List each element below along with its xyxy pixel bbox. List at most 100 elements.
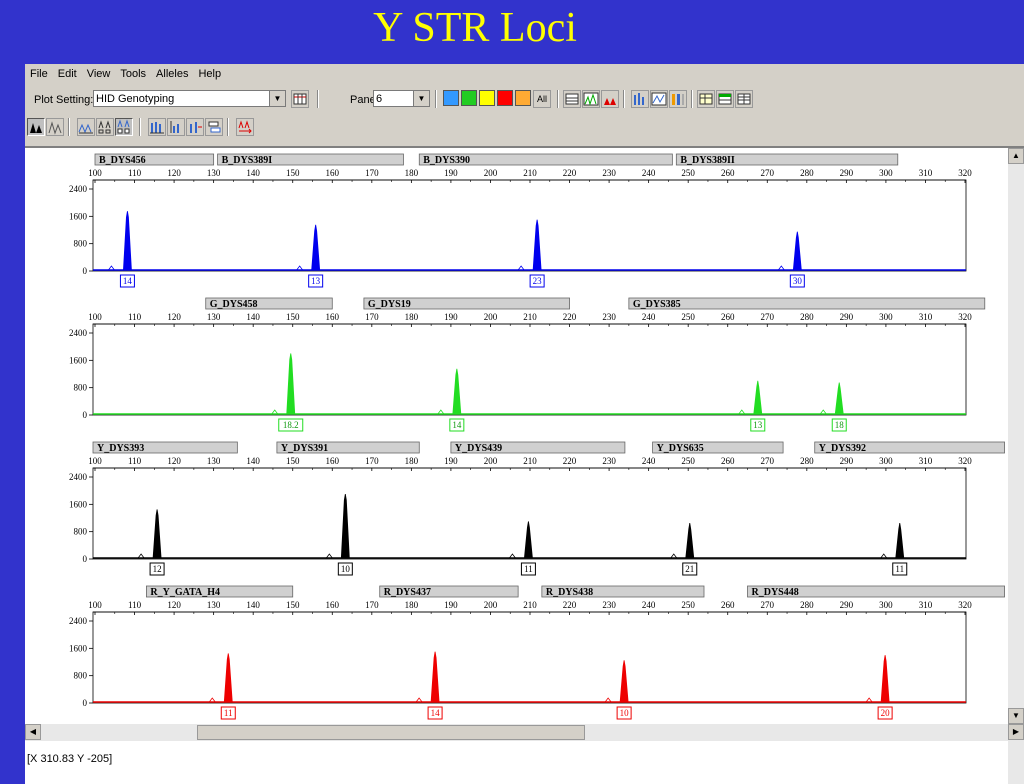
yellow-dye-button[interactable] (479, 90, 495, 106)
x-tick-label: 240 (642, 312, 656, 322)
marker-label: R_Y_GATA_H4 (150, 587, 220, 598)
peak (532, 219, 542, 271)
scroll-up-button[interactable]: ▲ (1008, 148, 1024, 164)
horizontal-scrollbar[interactable]: ◀ ▶ (25, 724, 1024, 741)
x-tick-label: 260 (721, 312, 735, 322)
peak-positions-button[interactable] (236, 118, 254, 136)
allele-label: 14 (452, 420, 462, 430)
combined-view-button[interactable] (650, 90, 668, 108)
zoom-x-button[interactable] (167, 118, 185, 136)
x-tick-label: 180 (405, 312, 419, 322)
sample-view-button[interactable] (631, 90, 649, 108)
orange-dye-button[interactable] (515, 90, 531, 106)
horizontal-scroll-thumb[interactable] (197, 725, 585, 740)
column-view-button[interactable] (669, 90, 687, 108)
x-tick-label: 120 (167, 600, 181, 610)
view-toolbar (25, 114, 1024, 140)
y-tick-label: 1600 (69, 643, 88, 653)
zoom-y-button[interactable] (186, 118, 204, 136)
offset-button[interactable] (205, 118, 223, 136)
report-button[interactable] (697, 90, 715, 108)
x-tick-label: 320 (958, 600, 972, 610)
full-view-button[interactable] (148, 118, 166, 136)
table-view-button[interactable] (563, 90, 581, 108)
green-dye-button[interactable] (461, 90, 477, 106)
x-tick-label: 190 (444, 168, 458, 178)
x-tick-label: 210 (523, 312, 537, 322)
slide-title: Y STR Loci (373, 5, 577, 51)
chevron-down-icon[interactable]: ▼ (413, 91, 429, 106)
scroll-right-button[interactable]: ▶ (1008, 724, 1024, 740)
x-tick-label: 230 (602, 312, 616, 322)
toolbar-separator (623, 90, 625, 108)
toolbar-separator (227, 118, 229, 136)
x-tick-label: 200 (484, 600, 498, 610)
x-tick-label: 200 (484, 168, 498, 178)
peak-view-button[interactable] (601, 90, 619, 108)
allele-label: 11 (895, 564, 904, 574)
export-button[interactable] (735, 90, 753, 108)
x-tick-label: 250 (681, 312, 695, 322)
x-tick-label: 130 (207, 456, 221, 466)
overlay-view-button[interactable] (582, 90, 600, 108)
marker-label: B_DYS389I (222, 155, 273, 166)
x-tick-label: 300 (879, 168, 893, 178)
x-tick-label: 280 (800, 312, 814, 322)
label-alleles-button[interactable] (115, 118, 133, 136)
toolbar-separator (68, 118, 70, 136)
grid-icon (293, 93, 307, 105)
plot-setting-value: HID Genotyping (96, 93, 175, 105)
x-tick-label: 100 (88, 456, 102, 466)
menu-file[interactable]: File (25, 64, 53, 80)
menu-help[interactable]: Help (193, 64, 226, 80)
peak (430, 651, 440, 703)
menu-edit[interactable]: Edit (53, 64, 82, 80)
all-dyes-button[interactable]: All (533, 90, 551, 108)
menu-tools[interactable]: Tools (115, 64, 151, 80)
x-tick-label: 220 (563, 168, 577, 178)
allele-label: 13 (311, 276, 321, 286)
panes-value: 6 (376, 93, 383, 105)
plot-settings-editor-button[interactable] (291, 90, 309, 108)
x-tick-label: 170 (365, 312, 379, 322)
menu-alleles[interactable]: Alleles (151, 64, 193, 80)
toolbar-separator (691, 90, 693, 108)
peak (753, 380, 763, 415)
peaks-icon (604, 98, 616, 105)
peak-fill-button[interactable] (27, 118, 45, 136)
plot-frame (92, 179, 967, 272)
genemapper-window: File Edit View Tools Alleles Help Plot Settin… (25, 64, 1024, 784)
chevron-down-icon[interactable]: ▼ (269, 91, 285, 106)
vertical-scrollbar[interactable]: ▲ ▼ (1008, 148, 1024, 784)
menu-view[interactable]: View (82, 64, 116, 80)
label-peaks-button[interactable] (96, 118, 114, 136)
peak (895, 523, 905, 559)
plot-setting-select[interactable]: HID Genotyping ▼ (93, 90, 286, 107)
marker-label: Y_DYS391 (281, 443, 328, 454)
x-tick-label: 140 (246, 312, 260, 322)
scroll-left-button[interactable]: ◀ (25, 724, 41, 740)
allele-label: 20 (881, 708, 891, 718)
columns-icon (672, 94, 684, 105)
bars-icon (150, 122, 164, 134)
x-tick-label: 160 (326, 168, 340, 178)
x-tick-label: 180 (405, 600, 419, 610)
red-dye-button[interactable] (497, 90, 513, 106)
allele-labels-icon (117, 119, 130, 134)
x-tick-label: 100 (88, 600, 102, 610)
peak-outline-button[interactable] (46, 118, 64, 136)
show-bins-button[interactable] (77, 118, 95, 136)
allele-label: 13 (753, 420, 763, 430)
x-tick-label: 180 (405, 456, 419, 466)
x-tick-label: 270 (761, 600, 775, 610)
panes-select[interactable]: 6 ▼ (373, 90, 430, 107)
electropherogram-plot-area[interactable]: B_DYS456 B_DYS389I B_DYS390 B_DYS389II 100 11… (25, 146, 1024, 784)
x-tick-label: 200 (484, 456, 498, 466)
blue-dye-button[interactable] (443, 90, 459, 106)
spreadsheet-button[interactable] (716, 90, 734, 108)
electropherogram-chart: B_DYS456 B_DYS389I B_DYS390 B_DYS389II100 11… (69, 153, 1005, 720)
scroll-down-button[interactable]: ▼ (1008, 708, 1024, 724)
x-tick-label: 120 (167, 456, 181, 466)
x-tick-label: 320 (958, 312, 972, 322)
x-tick-label: 210 (523, 168, 537, 178)
